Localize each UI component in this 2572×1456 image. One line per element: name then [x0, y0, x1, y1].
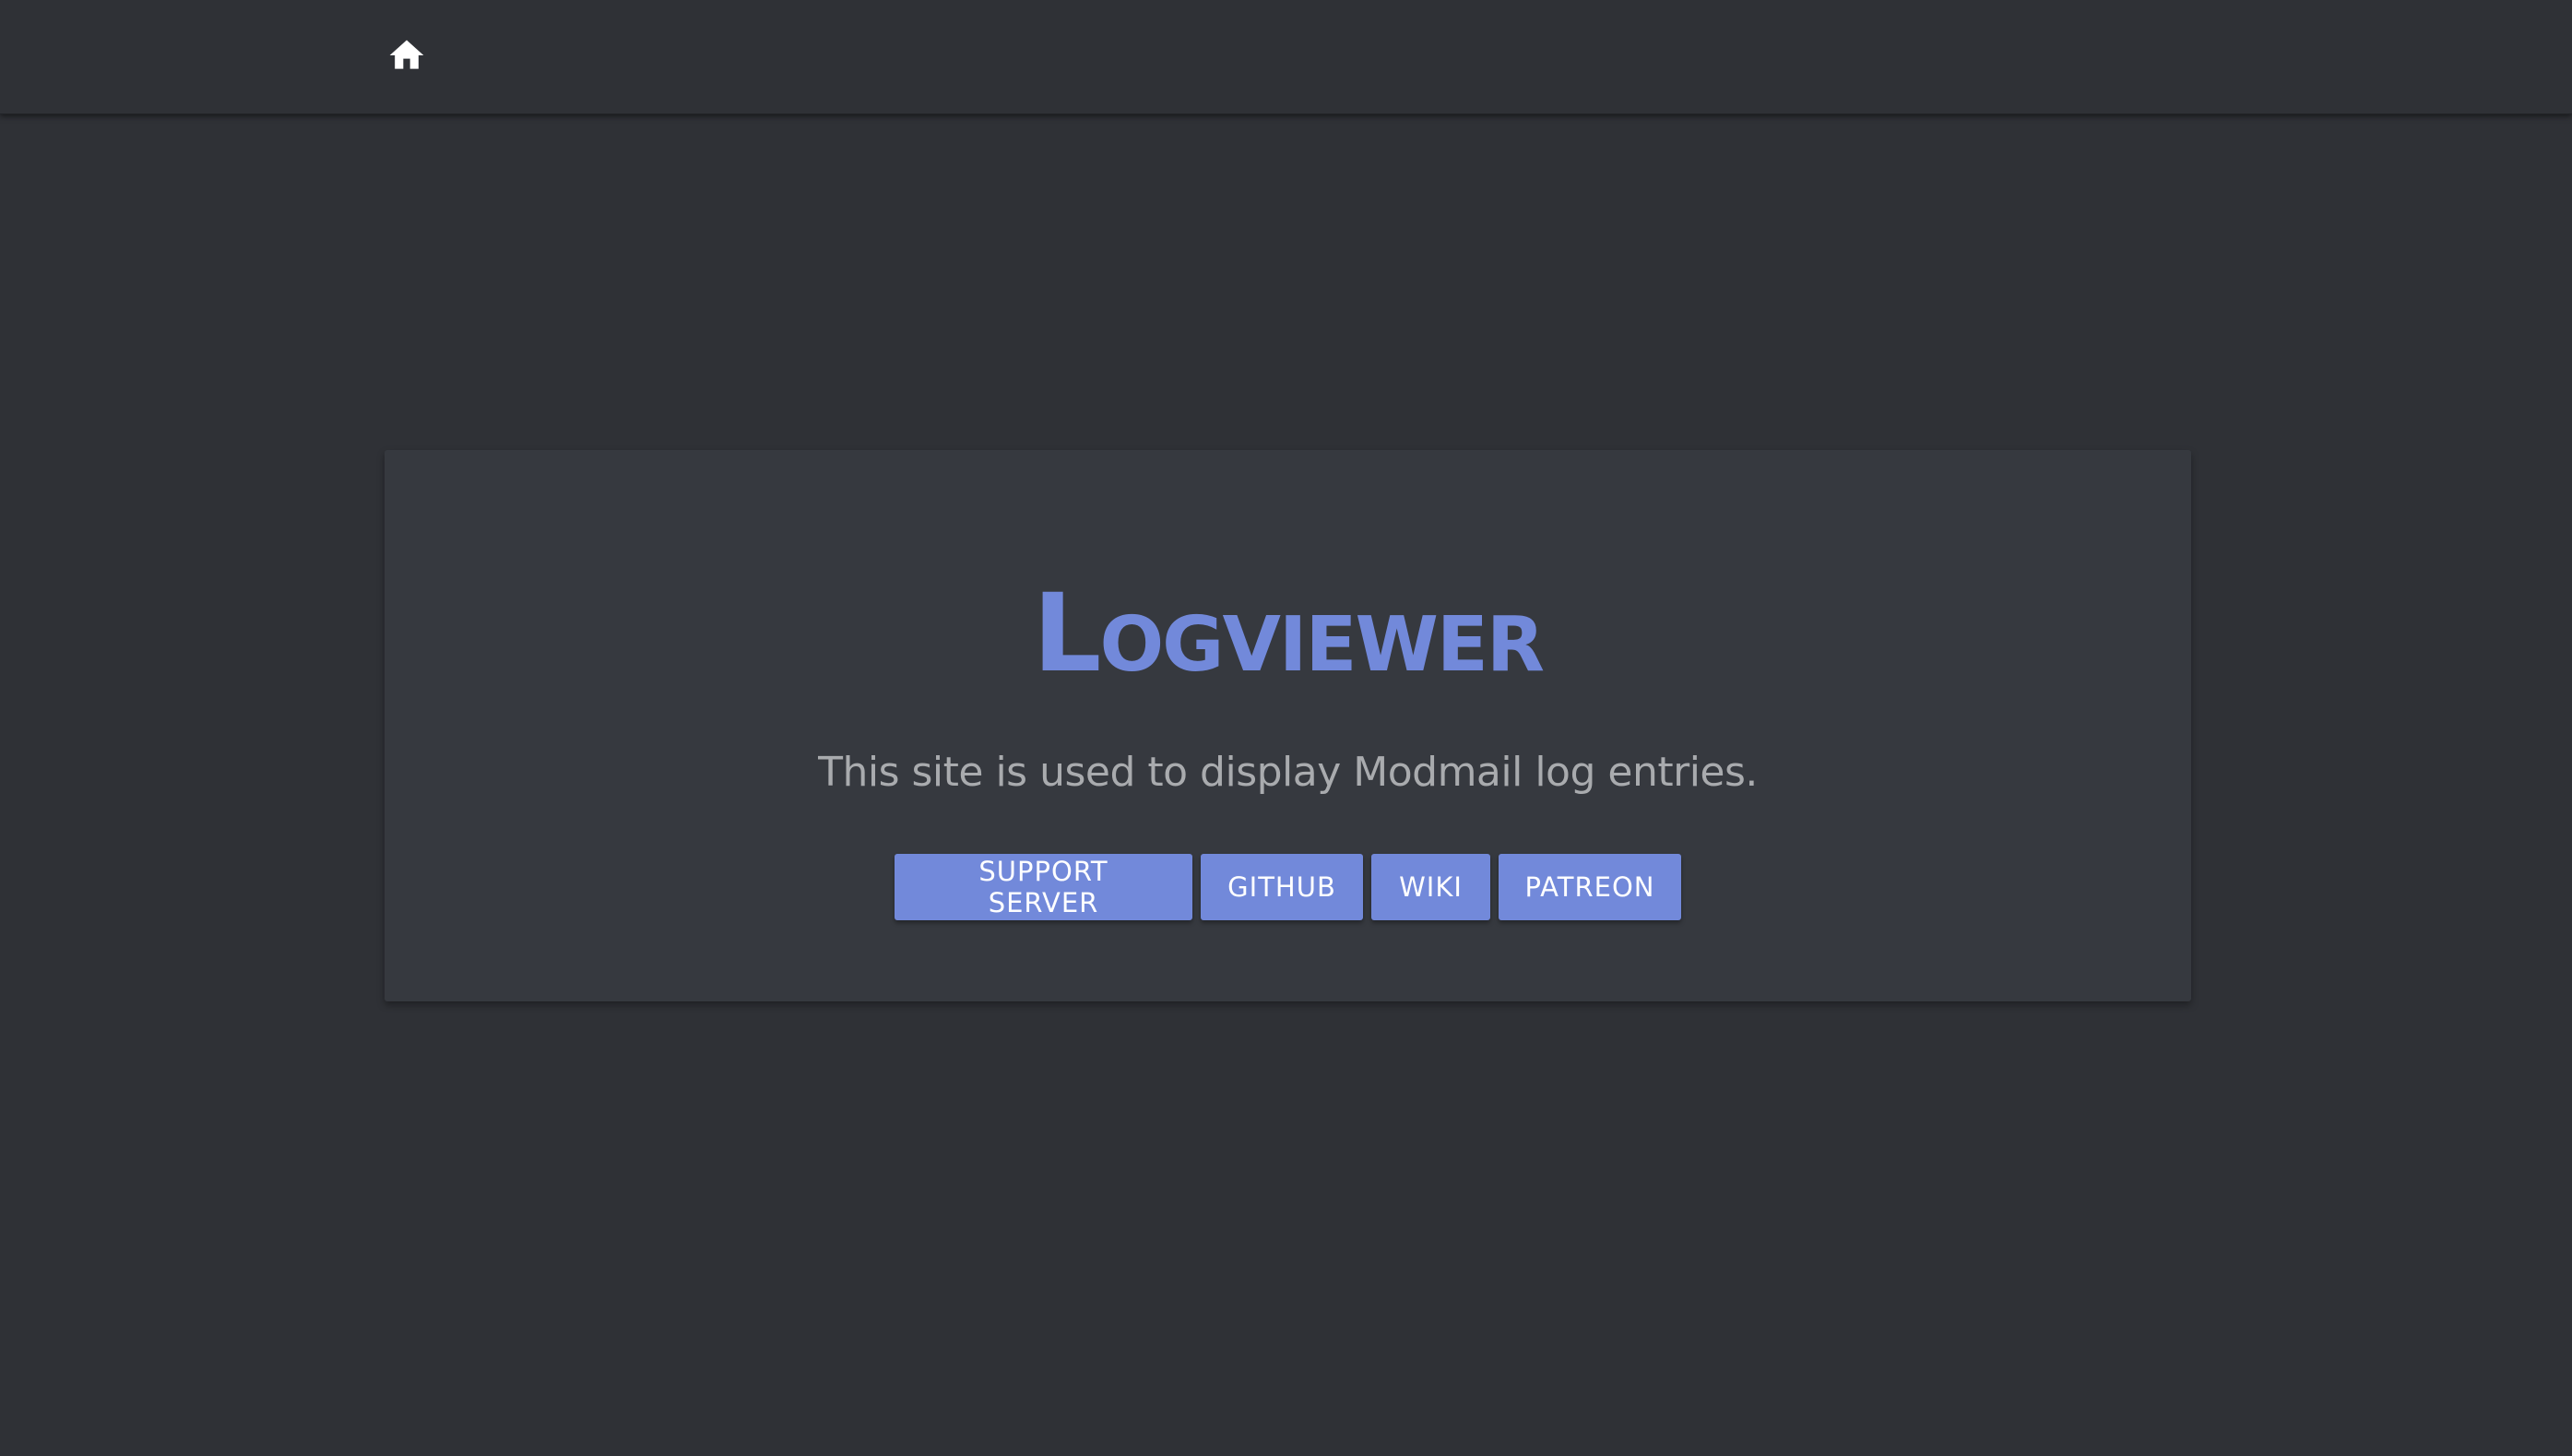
support-server-button[interactable]: SUPPORT SERVER — [895, 854, 1192, 920]
page-title: Logviewer — [1032, 570, 1545, 696]
patreon-button[interactable]: PATREON — [1499, 854, 1681, 920]
home-button[interactable] — [378, 33, 435, 77]
top-navbar — [0, 0, 2572, 114]
button-group: SUPPORT SERVER GITHUB WIKI PATREON — [385, 854, 2191, 920]
wiki-button[interactable]: WIKI — [1371, 854, 1490, 920]
github-button[interactable]: GITHUB — [1201, 854, 1363, 920]
hero-card: Logviewer This site is used to display M… — [385, 450, 2191, 1001]
tagline: This site is used to display Modmail log… — [818, 749, 1758, 796]
home-icon — [389, 40, 424, 69]
